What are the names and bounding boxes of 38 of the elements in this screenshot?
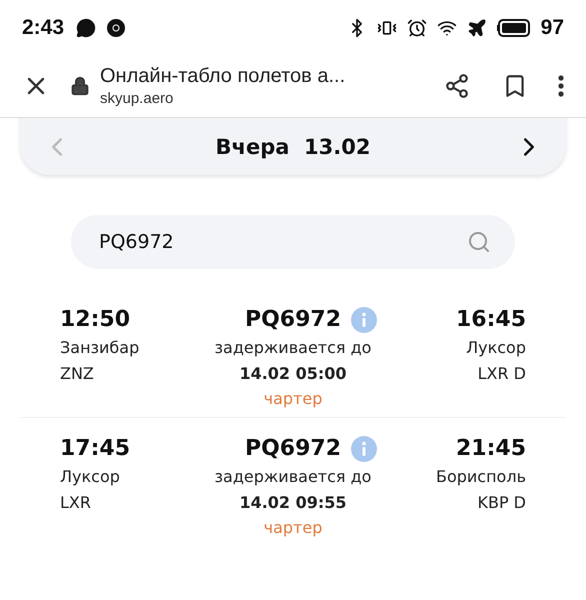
flight-status: задерживается до [214, 466, 372, 488]
departure-city: Луксор [60, 466, 120, 488]
departure-time: 12:50 [60, 306, 130, 334]
flight-type: чартер [264, 517, 322, 539]
date-label: Вчера 13.02 [216, 134, 370, 158]
search-field[interactable]: PQ6972 [71, 215, 515, 269]
departure-code: LXR [60, 492, 91, 514]
arrival-code: LXR D [478, 363, 526, 385]
lock-icon [70, 76, 90, 96]
search-icon [467, 230, 491, 254]
delay-time: 14.02 09:55 [239, 492, 347, 514]
search-input[interactable]: PQ6972 [99, 231, 467, 253]
airplane-icon [466, 18, 487, 38]
battery-icon [496, 18, 531, 36]
departure-code: ZNZ [60, 363, 94, 385]
menu-button[interactable] [558, 75, 564, 97]
flight-status: задерживается до [214, 337, 372, 359]
arrival-city: Борисполь [436, 466, 526, 488]
flight-number: PQ6972 [244, 435, 342, 463]
page-url: skyup.aero [100, 90, 174, 107]
arrival-code: KBP D [477, 492, 526, 514]
arrival-time: 21:45 [456, 435, 526, 463]
battery-level: 97 [540, 16, 564, 40]
departure-city: Занзибар [60, 337, 140, 359]
browser-logo-icon [106, 18, 126, 38]
status-time: 2:43 [22, 16, 64, 40]
flight-number: PQ6972 [244, 306, 342, 334]
more-icon [558, 75, 564, 97]
page-title: Онлайн-табло полетов а... [100, 65, 346, 88]
chat-icon [76, 18, 96, 38]
departure-time: 17:45 [60, 435, 130, 463]
share-button[interactable] [444, 73, 470, 99]
arrival-time: 16:45 [456, 306, 526, 334]
share-icon [444, 73, 470, 99]
flight-type: чартер [264, 388, 322, 410]
alarm-icon [406, 18, 427, 38]
delay-time: 14.02 05:00 [239, 363, 347, 385]
arrival-city: Луксор [466, 337, 526, 359]
